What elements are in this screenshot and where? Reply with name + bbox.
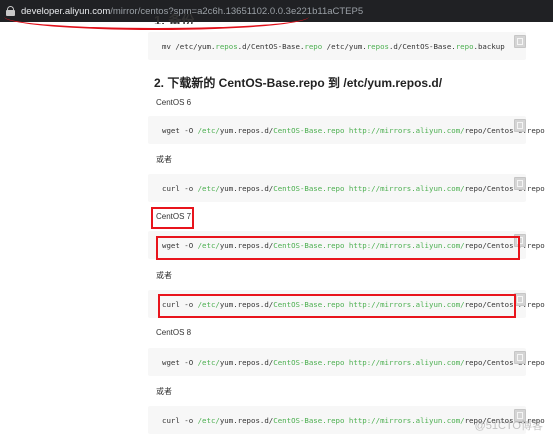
or-label: 或者 [156, 387, 172, 396]
backup-command[interactable]: mv /etc/yum.repos.d/CentOS-Base.repo /et… [162, 42, 505, 51]
centos8-label: CentOS 8 [156, 328, 192, 337]
centos7-curl-block: curl -o /etc/yum.repos.d/CentOS-Base.rep… [148, 290, 545, 318]
copy-icon[interactable] [514, 351, 526, 364]
copy-icon[interactable] [514, 35, 526, 48]
url-host: developer.aliyun.com [21, 5, 111, 17]
centos6-wget-command[interactable]: wget -O /etc/yum.repos.d/CentOS-Base.rep… [162, 126, 545, 135]
or-label: 或者 [156, 271, 172, 280]
centos7-curl-command[interactable]: curl -o /etc/yum.repos.d/CentOS-Base.rep… [162, 300, 545, 309]
centos6-curl-block: curl -o /etc/yum.repos.d/CentOS-Base.rep… [148, 174, 545, 202]
lock-icon [6, 6, 15, 16]
page: developer.aliyun.com/mirror/centos?spm=a… [0, 0, 553, 439]
centos8-curl-block: curl -o /etc/yum.repos.d/CentOS-Base.rep… [148, 406, 545, 434]
centos8-wget-command[interactable]: wget -O /etc/yum.repos.d/CentOS-Base.rep… [162, 358, 545, 367]
centos6-label: CentOS 6 [156, 98, 192, 107]
copy-icon[interactable] [514, 293, 526, 306]
copy-icon[interactable] [514, 119, 526, 132]
copy-icon[interactable] [514, 177, 526, 190]
backup-heading: 1. 备份 [154, 13, 195, 24]
centos8-wget-block: wget -O /etc/yum.repos.d/CentOS-Base.rep… [148, 348, 545, 376]
backup-code-block: mv /etc/yum.repos.d/CentOS-Base.repo /et… [148, 32, 526, 60]
copy-icon[interactable] [514, 234, 526, 247]
or-label: 或者 [156, 155, 172, 164]
address-bar[interactable]: developer.aliyun.com/mirror/centos?spm=a… [0, 0, 553, 22]
centos7-label: CentOS 7 [156, 212, 192, 221]
watermark: @51CTO博客 [474, 420, 543, 432]
centos6-curl-command[interactable]: curl -o /etc/yum.repos.d/CentOS-Base.rep… [162, 184, 545, 193]
url-path: /mirror/centos?spm=a2c6h.13651102.0.0.3e… [110, 5, 364, 17]
centos7-wget-block: wget -O /etc/yum.repos.d/CentOS-Base.rep… [148, 231, 545, 259]
section-2-heading: 2. 下载新的 CentOS-Base.repo 到 /etc/yum.repo… [154, 76, 443, 90]
centos6-wget-block: wget -O /etc/yum.repos.d/CentOS-Base.rep… [148, 116, 545, 144]
centos7-wget-command[interactable]: wget -O /etc/yum.repos.d/CentOS-Base.rep… [162, 241, 545, 250]
